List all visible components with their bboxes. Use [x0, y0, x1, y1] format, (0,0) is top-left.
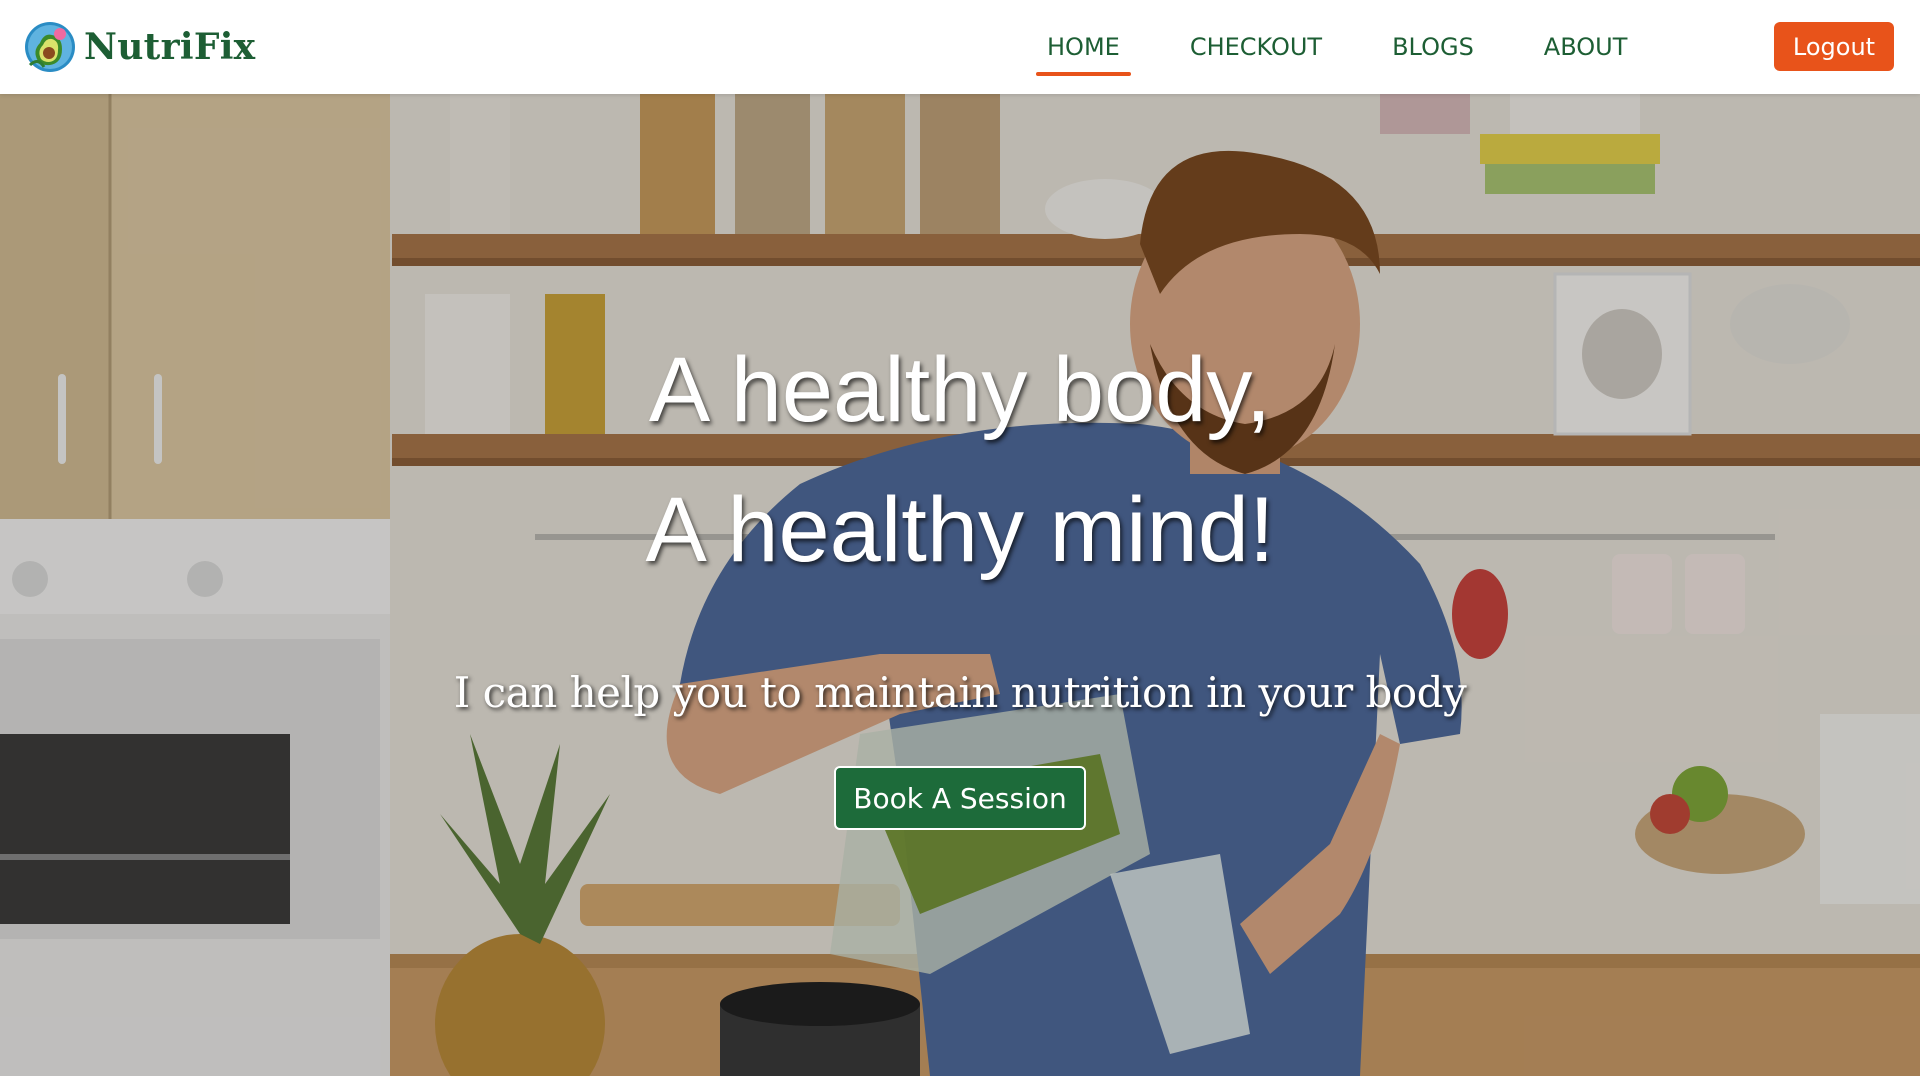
nav-blogs[interactable]: BLOGS	[1381, 0, 1485, 94]
brand-name: NutriFix	[84, 26, 256, 68]
nav-about[interactable]: ABOUT	[1533, 0, 1639, 94]
hero-section: A healthy body, A healthy mind! I can he…	[0, 94, 1920, 1076]
nav-checkout[interactable]: CHECKOUT	[1179, 0, 1333, 94]
hero-title-line2: A healthy mind!	[645, 479, 1275, 581]
hero-title-line1: A healthy body,	[648, 339, 1272, 441]
avocado-logo-icon	[25, 22, 75, 72]
brand-link[interactable]: NutriFix	[24, 20, 255, 74]
hero-overlay	[0, 94, 1920, 1076]
hero-subtitle: I can help you to maintain nutrition in …	[453, 668, 1467, 717]
main-nav: HOME CHECKOUT BLOGS ABOUT	[1036, 0, 1686, 94]
nav-home[interactable]: HOME	[1036, 0, 1131, 94]
top-navbar: NutriFix HOME CHECKOUT BLOGS ABOUT Logou…	[0, 0, 1920, 94]
book-session-button[interactable]: Book A Session	[834, 766, 1086, 830]
logout-button[interactable]: Logout	[1774, 22, 1894, 71]
